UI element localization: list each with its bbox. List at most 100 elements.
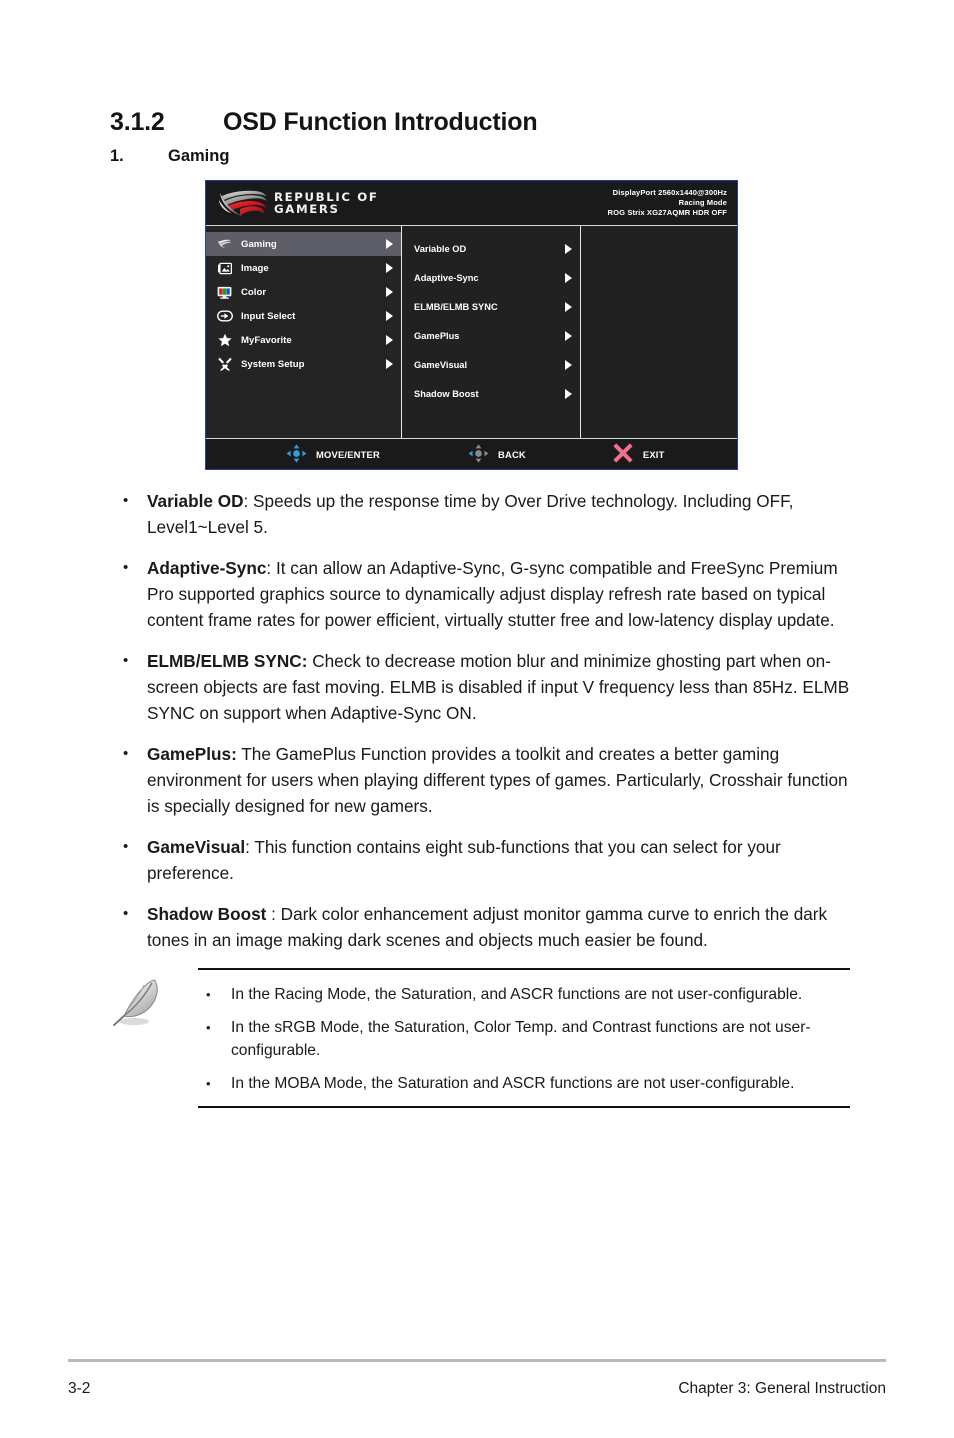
submenu-item-shadow-boost[interactable]: Shadow Boost xyxy=(402,379,580,408)
bullet-marker: • xyxy=(123,559,129,576)
menu-item-image[interactable]: Image xyxy=(206,256,401,280)
bullet-marker: • xyxy=(123,838,129,855)
footer-divider xyxy=(68,1359,886,1362)
bullet-marker: • xyxy=(206,987,211,1002)
dpad-gray-icon xyxy=(468,443,489,465)
bullet-term: Shadow Boost xyxy=(147,904,267,924)
list-item: • Adaptive-Sync: It can allow an Adaptiv… xyxy=(110,555,850,633)
feature-bullet-list: • Variable OD: Speeds up the response ti… xyxy=(110,488,850,953)
bullet-text: ELMB/ELMB SYNC: Check to decrease motion… xyxy=(147,648,850,726)
osd-move-enter-control[interactable]: MOVE/ENTER xyxy=(286,443,380,465)
input-arrow-icon xyxy=(216,310,233,322)
menu-item-gaming[interactable]: Gaming xyxy=(206,232,401,256)
rog-wordmark: REPUBLIC OF GAMERS xyxy=(273,189,379,216)
bullet-marker: • xyxy=(123,652,129,669)
submenu-item-label: ELMB/ELMB SYNC xyxy=(414,301,498,312)
osd-submenu: Variable OD Adaptive-Sync ELMB/ELMB SYNC xyxy=(402,226,581,438)
bullet-text: GameVisual: This function contains eight… xyxy=(147,834,850,886)
rog-eye-logo-icon xyxy=(219,190,267,216)
chapter-label: Chapter 3: General Instruction xyxy=(678,1380,886,1397)
submenu-item-variable-od[interactable]: Variable OD xyxy=(402,234,580,263)
menu-item-input-select[interactable]: Input Select xyxy=(206,304,401,328)
page-footer: 3-2 Chapter 3: General Instruction xyxy=(68,1359,886,1398)
subsection-title: Gaming xyxy=(168,147,230,165)
section-number: 3.1.2 xyxy=(110,108,165,136)
bullet-marker: • xyxy=(123,905,129,922)
bullet-body: : Speeds up the response time by Over Dr… xyxy=(147,491,794,537)
osd-body: Gaming Image Color Input Select MyFavori… xyxy=(206,226,737,438)
osd-move-enter-label: MOVE/ENTER xyxy=(316,448,380,460)
bullet-term: ELMB/ELMB SYNC: xyxy=(147,651,308,671)
bullet-marker: • xyxy=(123,492,129,509)
submenu-item-label: GameVisual xyxy=(414,359,468,370)
chevron-right-icon xyxy=(565,330,572,341)
list-item: • Variable OD: Speeds up the response ti… xyxy=(110,488,850,540)
note-item: • In the Racing Mode, the Saturation, an… xyxy=(198,983,850,1006)
menu-item-system-setup[interactable]: System Setup xyxy=(206,352,401,376)
bullet-text: Variable OD: Speeds up the response time… xyxy=(147,488,850,540)
bullet-term: GamePlus: xyxy=(147,744,237,764)
bullet-marker: • xyxy=(206,1076,211,1091)
menu-item-label: Input Select xyxy=(241,310,296,322)
menu-item-label: System Setup xyxy=(241,358,305,370)
osd-display-info: DisplayPort 2560x1440@300Hz Racing Mode … xyxy=(608,188,727,218)
note-item: • In the sRGB Mode, the Saturation, Colo… xyxy=(198,1016,850,1062)
menu-item-label: Image xyxy=(241,262,269,274)
submenu-item-adaptive-sync[interactable]: Adaptive-Sync xyxy=(402,263,580,292)
document-page: 3.1.2 OSD Function Introduction 1. Gamin… xyxy=(0,0,954,1438)
list-item: • Shadow Boost : Dark color enhancement … xyxy=(110,901,850,953)
osd-panel: REPUBLIC OF GAMERS DisplayPort 2560x1440… xyxy=(205,180,738,470)
note-text: In the sRGB Mode, the Saturation, Color … xyxy=(231,1019,811,1059)
note-text: In the MOBA Mode, the Saturation and ASC… xyxy=(231,1075,795,1092)
chevron-right-icon xyxy=(565,388,572,399)
submenu-item-label: Shadow Boost xyxy=(414,388,479,399)
submenu-item-label: Adaptive-Sync xyxy=(414,272,479,283)
menu-item-label: MyFavorite xyxy=(241,334,292,346)
submenu-item-gameplus[interactable]: GamePlus xyxy=(402,321,580,350)
osd-back-label: BACK xyxy=(498,448,526,460)
chevron-right-icon xyxy=(386,239,393,249)
note-item: • In the MOBA Mode, the Saturation and A… xyxy=(198,1072,850,1095)
list-item: • GamePlus: The GamePlus Function provid… xyxy=(110,741,850,819)
menu-item-myfavorite[interactable]: MyFavorite xyxy=(206,328,401,352)
osd-info-mode: Racing Mode xyxy=(678,198,727,207)
submenu-item-elmb[interactable]: ELMB/ELMB SYNC xyxy=(402,292,580,321)
picture-icon xyxy=(216,262,233,275)
osd-exit-control[interactable]: EXIT xyxy=(612,443,665,465)
bullet-term: Adaptive-Sync xyxy=(147,558,267,578)
rog-brand: REPUBLIC OF GAMERS xyxy=(218,189,378,217)
submenu-item-label: GamePlus xyxy=(414,330,460,341)
bullet-term: GameVisual xyxy=(147,837,246,857)
rog-wordmark-line1: REPUBLIC OF xyxy=(273,189,379,204)
osd-figure: REPUBLIC OF GAMERS DisplayPort 2560x1440… xyxy=(205,180,740,470)
chevron-right-icon xyxy=(386,263,393,273)
note-text: In the Racing Mode, the Saturation, and … xyxy=(231,986,803,1003)
tools-icon xyxy=(216,357,233,371)
menu-item-label: Gaming xyxy=(241,238,277,250)
footer-row: 3-2 Chapter 3: General Instruction xyxy=(68,1380,886,1398)
chevron-right-icon xyxy=(565,272,572,283)
osd-control-bar: MOVE/ENTER BACK EXIT xyxy=(206,438,737,469)
rog-eye-icon xyxy=(216,239,233,250)
submenu-item-gamevisual[interactable]: GameVisual xyxy=(402,350,580,379)
note-box: • In the Racing Mode, the Saturation, an… xyxy=(110,968,850,1108)
bullet-term: Variable OD xyxy=(147,491,244,511)
osd-preview-pane xyxy=(581,226,737,438)
chevron-right-icon xyxy=(565,243,572,254)
osd-exit-label: EXIT xyxy=(642,448,665,460)
osd-info-resolution: DisplayPort 2560x1440@300Hz xyxy=(612,188,727,197)
bullet-text: GamePlus: The GamePlus Function provides… xyxy=(147,741,850,819)
menu-item-label: Color xyxy=(241,286,267,298)
bullet-text: Shadow Boost : Dark color enhancement ad… xyxy=(147,901,850,953)
star-icon xyxy=(216,333,233,347)
submenu-item-label: Variable OD xyxy=(414,243,467,254)
page-content: 3.1.2 OSD Function Introduction 1. Gamin… xyxy=(110,108,850,1108)
menu-item-color[interactable]: Color xyxy=(206,280,401,304)
pencil-note-icon xyxy=(110,968,198,1108)
chevron-right-icon xyxy=(386,311,393,321)
osd-back-control[interactable]: BACK xyxy=(468,443,526,465)
subsection-number: 1. xyxy=(110,147,124,165)
osd-info-model: ROG Strix XG27AQMR HDR OFF xyxy=(607,208,727,217)
osd-main-menu: Gaming Image Color Input Select MyFavori… xyxy=(206,226,402,438)
chevron-right-icon xyxy=(386,359,393,369)
